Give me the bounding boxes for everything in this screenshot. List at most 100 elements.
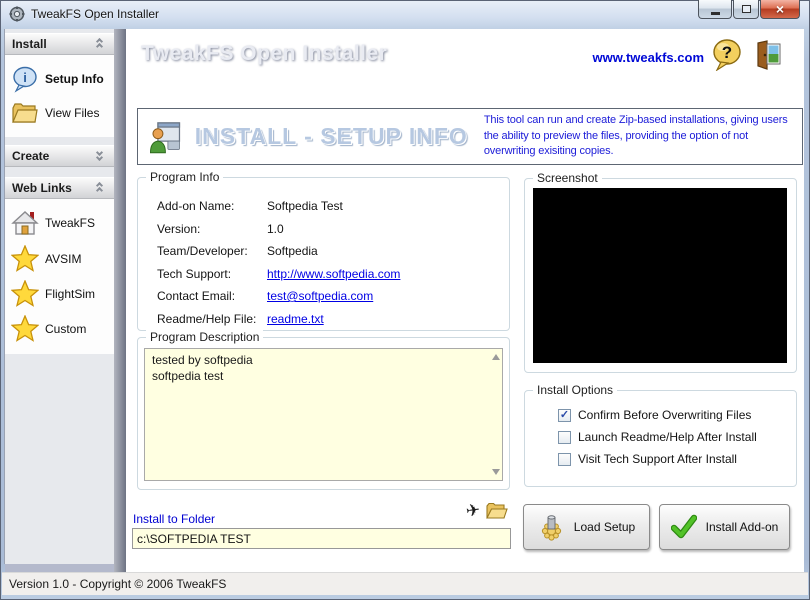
item-label: Setup Info bbox=[45, 72, 104, 86]
item-label: Custom bbox=[45, 321, 87, 336]
group-title: Program Description bbox=[146, 330, 264, 344]
setup-info-icon bbox=[149, 121, 181, 153]
info-row: Add-on Name: Softpedia Test bbox=[157, 199, 509, 213]
sidebar-section-web-links[interactable]: Web Links bbox=[5, 177, 114, 199]
star-icon bbox=[11, 315, 39, 342]
svg-text:?: ? bbox=[722, 43, 732, 62]
main-content: TweakFS Open Installer www.tweakfs.com ? bbox=[126, 29, 804, 572]
window-title: TweakFS Open Installer bbox=[31, 7, 160, 21]
star-icon bbox=[11, 245, 39, 272]
folder-icon bbox=[12, 103, 38, 123]
close-icon: × bbox=[775, 1, 785, 17]
close-button[interactable]: × bbox=[760, 0, 800, 19]
browse-folder-icon[interactable] bbox=[486, 502, 509, 520]
install-addon-button[interactable]: Install Add-on bbox=[659, 504, 790, 550]
sidebar: Install i Setup Info View Files Create W… bbox=[4, 29, 114, 572]
sidebar-item-avsim[interactable]: AVSIM bbox=[5, 241, 114, 276]
field-label: Contact Email: bbox=[157, 289, 236, 303]
checkbox-launch-readme[interactable]: Launch Readme/Help After Install bbox=[558, 430, 796, 444]
info-row: Readme/Help File: readme.txt bbox=[157, 312, 509, 326]
status-bar: Version 1.0 - Copyright © 2006 TweakFS bbox=[2, 572, 808, 595]
developer-value: Softpedia bbox=[267, 244, 318, 258]
item-label: TweakFS bbox=[45, 216, 96, 230]
sidebar-section-install[interactable]: Install bbox=[5, 33, 114, 55]
svg-text:i: i bbox=[23, 70, 27, 85]
sidebar-item-setup-info[interactable]: i Setup Info bbox=[5, 61, 114, 97]
item-label: AVSIM bbox=[45, 251, 82, 266]
gear-cylinder-icon bbox=[541, 514, 561, 541]
checkbox-visit-support[interactable]: Visit Tech Support After Install bbox=[558, 452, 796, 466]
screenshot-group: Screenshot bbox=[524, 171, 797, 373]
website-link[interactable]: www.tweakfs.com bbox=[593, 50, 705, 65]
sidebar-item-tweakfs[interactable]: TweakFS bbox=[5, 205, 114, 241]
star-icon bbox=[11, 280, 39, 307]
help-button[interactable]: ? bbox=[712, 39, 742, 71]
maximize-button[interactable] bbox=[733, 0, 759, 19]
status-text: Version 1.0 - Copyright © 2006 TweakFS bbox=[9, 577, 227, 591]
tech-support-link[interactable]: http://www.softpedia.com bbox=[267, 267, 509, 281]
program-description-group: Program Description tested by softpedia … bbox=[137, 330, 510, 490]
sidebar-item-view-files[interactable]: View Files bbox=[5, 97, 114, 129]
sidebar-item-flightsim[interactable]: FlightSim bbox=[5, 276, 114, 311]
scroll-down-icon[interactable] bbox=[492, 469, 500, 475]
field-label: Add-on Name: bbox=[157, 199, 235, 213]
field-label: Readme/Help File: bbox=[157, 311, 257, 326]
web-links-panel: TweakFS AVSIM FlightSim Custom bbox=[5, 199, 114, 354]
sidebar-separator bbox=[114, 29, 126, 572]
button-label: Load Setup bbox=[573, 520, 636, 534]
app-window: TweakFS Open Installer × Install i Setup… bbox=[0, 0, 810, 600]
titlebar[interactable]: TweakFS Open Installer × bbox=[0, 0, 810, 29]
section-label: Web Links bbox=[12, 181, 72, 195]
info-balloon-icon: i bbox=[13, 66, 37, 93]
app-gear-icon bbox=[9, 6, 25, 22]
field-label: Version: bbox=[157, 221, 201, 236]
scroll-up-icon[interactable] bbox=[492, 354, 500, 360]
field-label: Tech Support: bbox=[157, 266, 232, 281]
addon-name-value: Softpedia Test bbox=[267, 199, 343, 213]
checkbox-icon[interactable] bbox=[558, 452, 571, 466]
exit-door-icon[interactable] bbox=[754, 40, 782, 70]
program-info-group: Program Info Add-on Name: Softpedia Test … bbox=[137, 170, 510, 331]
maximize-icon bbox=[741, 5, 751, 13]
version-value: 1.0 bbox=[267, 221, 284, 236]
sidebar-section-create[interactable]: Create bbox=[5, 145, 114, 167]
section-label: Create bbox=[12, 149, 50, 163]
checkbox-label: Visit Tech Support After Install bbox=[578, 452, 737, 466]
group-title: Install Options bbox=[533, 383, 618, 397]
field-label: Team/Developer: bbox=[157, 244, 248, 258]
home-icon bbox=[11, 211, 39, 235]
minimize-icon bbox=[710, 11, 720, 15]
page-title: TweakFS Open Installer bbox=[141, 42, 388, 65]
chevron-up-icon bbox=[95, 37, 107, 51]
group-title: Program Info bbox=[146, 170, 224, 184]
description-textarea[interactable]: tested by softpedia softpedia test bbox=[144, 348, 503, 481]
install-options-group: Install Options ✓ Confirm Before Overwri… bbox=[524, 383, 797, 487]
load-setup-button[interactable]: Load Setup bbox=[523, 504, 650, 550]
readme-link[interactable]: readme.txt bbox=[267, 312, 509, 326]
checkbox-label: Confirm Before Overwriting Files bbox=[578, 408, 752, 422]
banner-title: INSTALL - SETUP INFO bbox=[194, 123, 468, 149]
screenshot-preview bbox=[533, 188, 787, 363]
item-label: View Files bbox=[45, 106, 100, 120]
install-folder-input[interactable]: c:\SOFTPEDIA TEST bbox=[132, 528, 511, 549]
checkbox-icon[interactable]: ✓ bbox=[558, 408, 571, 422]
group-title: Screenshot bbox=[533, 171, 602, 185]
minimize-button[interactable] bbox=[698, 0, 732, 19]
airplane-icon[interactable]: ✈ bbox=[465, 500, 482, 522]
install-to-folder-label: Install to Folder bbox=[133, 512, 216, 526]
checkbox-icon[interactable] bbox=[558, 430, 571, 444]
section-label: Install bbox=[12, 37, 47, 51]
info-row: Contact Email: test@softpedia.com bbox=[157, 289, 509, 303]
chevron-down-icon bbox=[95, 148, 107, 162]
info-row: Version: 1.0 bbox=[157, 222, 509, 236]
item-label: FlightSim bbox=[45, 286, 96, 301]
contact-email-link[interactable]: test@softpedia.com bbox=[267, 289, 509, 303]
checkbox-label: Launch Readme/Help After Install bbox=[578, 430, 757, 444]
info-row: Team/Developer: Softpedia bbox=[157, 244, 509, 258]
checkbox-confirm-overwrite[interactable]: ✓ Confirm Before Overwriting Files bbox=[558, 408, 796, 422]
button-label: Install Add-on bbox=[705, 520, 779, 534]
info-row: Tech Support: http://www.softpedia.com bbox=[157, 267, 509, 281]
install-panel: i Setup Info View Files bbox=[5, 55, 114, 137]
section-banner: INSTALL - SETUP INFO This tool can run a… bbox=[137, 108, 803, 165]
sidebar-item-custom[interactable]: Custom bbox=[5, 311, 114, 346]
